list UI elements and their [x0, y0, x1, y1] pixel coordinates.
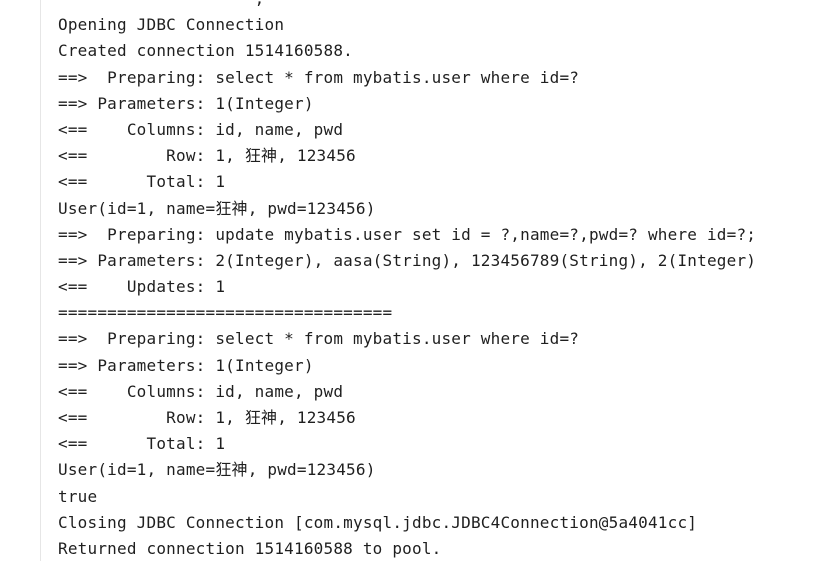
- log-line: Returned connection 1514160588 to pool.: [58, 538, 442, 558]
- console-log[interactable]: , Opening JDBC Connection Created connec…: [58, 0, 756, 561]
- log-line: <== Row: 1, 狂神, 123456: [58, 146, 356, 166]
- log-line: Opening JDBC Connection: [58, 15, 285, 35]
- console-output-panel: , Opening JDBC Connection Created connec…: [0, 0, 832, 561]
- log-line: <== Total: 1: [58, 172, 226, 192]
- log-line: <== Total: 1: [58, 434, 226, 454]
- log-line: User(id=1, name=狂神, pwd=123456): [58, 198, 376, 218]
- log-line: <== Updates: 1: [58, 277, 226, 297]
- log-line: ==> Preparing: select * from mybatis.use…: [58, 329, 580, 349]
- log-line: ==> Preparing: update mybatis.user set i…: [58, 224, 757, 244]
- log-line: ==> Parameters: 1(Integer): [58, 93, 314, 113]
- log-line: User(id=1, name=狂神, pwd=123456): [58, 460, 376, 480]
- log-line: true: [58, 486, 98, 506]
- log-line: Closing JDBC Connection [com.mysql.jdbc.…: [58, 512, 698, 532]
- log-line: <== Columns: id, name, pwd: [58, 381, 344, 401]
- log-separator-line: ==================================: [58, 303, 393, 323]
- log-line: <== Columns: id, name, pwd: [58, 119, 344, 139]
- log-line: ==> Parameters: 1(Integer): [58, 355, 314, 375]
- log-line: ==> Parameters: 2(Integer), aasa(String)…: [58, 250, 757, 270]
- log-line: ==> Preparing: select * from mybatis.use…: [58, 67, 580, 87]
- log-line: ,: [58, 0, 756, 12]
- log-line: Created connection 1514160588.: [58, 41, 353, 61]
- gutter-divider: [40, 0, 41, 561]
- log-line: <== Row: 1, 狂神, 123456: [58, 408, 356, 427]
